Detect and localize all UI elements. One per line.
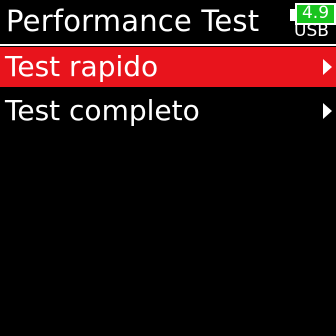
menu-item-test-rapido[interactable]: Test rapido	[0, 47, 336, 87]
battery-indicator: 4.9 USB	[290, 3, 336, 41]
menu-item-label: Test rapido	[5, 50, 159, 83]
header-bar: Performance Test 4.9 USB	[0, 0, 336, 42]
header-divider	[0, 44, 336, 46]
menu-list: Test rapido Test completo	[0, 47, 336, 131]
menu-item-test-completo[interactable]: Test completo	[0, 91, 336, 131]
menu-item-label: Test completo	[5, 94, 200, 127]
chevron-right-icon	[323, 103, 332, 119]
chevron-right-icon	[323, 59, 332, 75]
power-source-label: USB	[294, 21, 329, 41]
page-title: Performance Test	[6, 4, 260, 38]
device-screen: Performance Test 4.9 USB Test rapido Tes…	[0, 0, 336, 336]
